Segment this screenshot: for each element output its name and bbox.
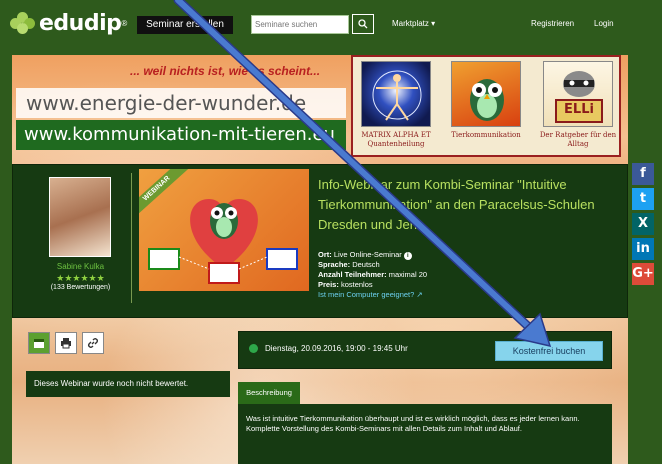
external-link-icon: ↗ xyxy=(416,290,423,299)
xing-icon[interactable]: X xyxy=(632,213,654,235)
no-rating-notice: Dieses Webinar wurde noch nicht bewertet… xyxy=(26,371,230,397)
create-seminar-button[interactable]: Seminar erstellen xyxy=(137,16,233,34)
calendar-add-button[interactable] xyxy=(28,332,50,354)
sprache-label: Sprache: xyxy=(318,260,351,269)
teilnehmer-label: Anzahl Teilnehmer: xyxy=(318,270,387,279)
owl-icon xyxy=(470,79,504,121)
marketplace-menu[interactable]: Marktplatz ▾ xyxy=(392,19,435,28)
googleplus-icon[interactable]: G+ xyxy=(632,263,654,285)
status-dot xyxy=(249,344,258,353)
preis-label: Preis: xyxy=(318,280,339,289)
ort-value: Live Online-Seminar xyxy=(333,250,402,259)
print-button[interactable] xyxy=(55,332,77,354)
vitruvian-figure-icon xyxy=(372,70,422,121)
description-line-1: Was ist intuitive Tierkommunikation über… xyxy=(246,414,580,423)
banner-left: ... weil nichts ist, wie es scheint... w… xyxy=(12,55,348,155)
banner-tagline: ... weil nichts ist, wie es scheint... xyxy=(130,64,321,78)
banner-products: MATRIX ALPHA ET Quantenheilung Tierkommu… xyxy=(351,55,621,157)
calendar-icon xyxy=(34,339,44,348)
host-name[interactable]: Sabine Kulka xyxy=(33,262,128,271)
search-icon xyxy=(358,19,368,29)
host-rating-stars: ★★★★★★ xyxy=(56,273,105,283)
preis-value: kostenlos xyxy=(340,280,373,289)
event-panel: Sabine Kulka ★★★★★★ (133 Bewertungen) WE… xyxy=(12,164,628,318)
action-icons xyxy=(28,332,104,354)
host-rating-count: (133 Bewertungen) xyxy=(50,284,111,291)
ort-label: Ort: xyxy=(318,250,332,259)
info-icon[interactable]: i xyxy=(403,252,412,260)
description-panel: Was ist intuitive Tierkommunikation über… xyxy=(238,404,612,464)
register-link[interactable]: Registrieren xyxy=(531,19,574,28)
search-input[interactable] xyxy=(251,15,349,34)
host-avatar[interactable] xyxy=(49,177,111,257)
book-free-button[interactable]: Kostenfrei buchen xyxy=(495,341,603,361)
event-title: Info-Webinar zum Kombi-Seminar "Intuitiv… xyxy=(318,177,595,232)
login-link[interactable]: Login xyxy=(594,19,614,28)
tierkommunikation-image[interactable] xyxy=(451,61,521,127)
tierkommunikation-caption: Tierkommunikation xyxy=(451,131,521,139)
date-bar: Dienstag, 20.09.2016, 19:00 - 19:45 Uhr … xyxy=(238,331,612,369)
logo-mark-icon xyxy=(10,12,36,34)
matrix-alpha-caption: MATRIX ALPHA ET Quantenheilung xyxy=(361,131,431,148)
event-date: Dienstag, 20.09.2016, 19:00 - 19:45 Uhr xyxy=(265,344,408,353)
matrix-alpha-image[interactable] xyxy=(361,61,431,127)
webinar-image: WEBINAR xyxy=(139,169,309,291)
social-share-bar: f t X in G+ xyxy=(632,163,654,288)
sprache-value: Deutsch xyxy=(352,260,380,269)
edudip-logo[interactable]: edudip ® xyxy=(10,10,127,36)
logo-registered-mark: ® xyxy=(121,18,128,28)
elli-text: ELLi xyxy=(564,102,594,117)
raccoon-icon xyxy=(555,71,603,123)
description-line-2: Komplette Vorstellung des Kombi-Seminars… xyxy=(246,423,522,433)
share-link-button[interactable] xyxy=(82,332,104,354)
top-nav: edudip ® Seminar erstellen Marktplatz ▾ … xyxy=(0,0,662,48)
print-icon xyxy=(61,338,71,349)
search-button[interactable] xyxy=(352,14,374,34)
teilnehmer-value: maximal 20 xyxy=(388,270,428,279)
link-icon xyxy=(87,337,99,349)
event-details: Ort: Live Online-Seminar i Sprache: Deut… xyxy=(318,250,618,300)
linkedin-icon[interactable]: in xyxy=(632,238,654,260)
facebook-icon[interactable]: f xyxy=(632,163,654,185)
elli-ratgeber-image[interactable]: ELLi xyxy=(543,61,613,127)
banner-url-kommunikation[interactable]: www.kommunikation-mit-tieren.eu xyxy=(16,120,346,150)
twitter-icon[interactable]: t xyxy=(632,188,654,210)
computer-check-link[interactable]: Ist mein Computer geeignet? xyxy=(318,290,414,299)
tab-description[interactable]: Beschreibung xyxy=(238,382,300,404)
panel-divider xyxy=(131,173,132,303)
elli-ratgeber-caption: Der Ratgeber für den Alltag xyxy=(539,131,617,148)
logo-text: edudip xyxy=(39,10,122,36)
banner-url-energie[interactable]: www.energie-der-wunder.de xyxy=(16,88,346,118)
